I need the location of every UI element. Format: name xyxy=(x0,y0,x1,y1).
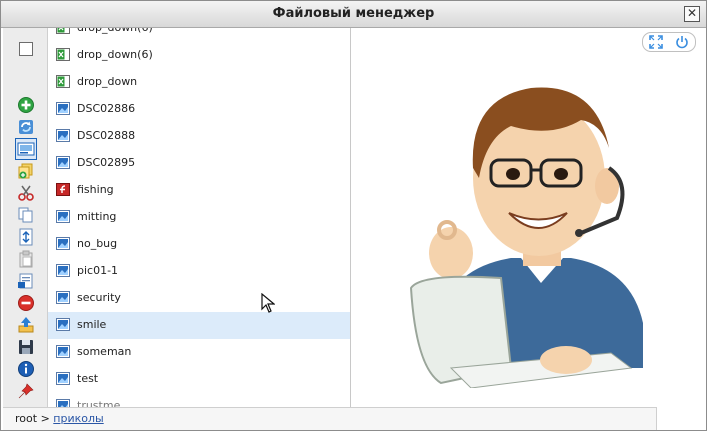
breadcrumb-current[interactable]: приколы xyxy=(53,412,103,425)
file-name: security xyxy=(77,291,121,304)
delete-icon[interactable] xyxy=(17,294,35,312)
cut-icon[interactable] xyxy=(17,184,35,202)
image-file-icon xyxy=(56,102,70,115)
file-name: DSC02888 xyxy=(77,129,136,142)
image-file-icon xyxy=(56,129,70,142)
title-bar: Файловый менеджер ✕ xyxy=(1,1,706,28)
info-icon[interactable] xyxy=(17,360,35,378)
copy-icon[interactable] xyxy=(17,206,35,224)
headset-mic-shape xyxy=(575,229,583,237)
view-icon xyxy=(17,142,35,156)
pin-icon[interactable] xyxy=(17,382,35,400)
preview-controls xyxy=(642,32,696,52)
file-name: pic01-1 xyxy=(77,264,119,277)
add-files-icon[interactable] xyxy=(17,162,35,180)
paste-icon[interactable] xyxy=(17,250,35,268)
image-file-icon xyxy=(56,210,70,223)
properties-icon[interactable] xyxy=(17,272,35,290)
power-icon[interactable] xyxy=(675,35,689,49)
add-icon[interactable] xyxy=(17,96,35,114)
close-button[interactable]: ✕ xyxy=(684,6,700,22)
file-name: mitting xyxy=(77,210,117,223)
file-name: drop_down(6) xyxy=(77,48,153,61)
file-row[interactable]: security xyxy=(48,285,350,312)
image-file-icon xyxy=(56,264,70,277)
file-name: smile xyxy=(77,318,107,331)
file-name: fishing xyxy=(77,183,114,196)
breadcrumb-root[interactable]: root xyxy=(15,412,37,425)
image-file-icon xyxy=(56,318,70,331)
file-name: someman xyxy=(77,345,132,358)
file-row[interactable]: drop_down(6) xyxy=(48,28,350,42)
file-name: drop_down xyxy=(77,75,138,88)
file-row[interactable]: fishing xyxy=(48,177,350,204)
window-title: Файловый менеджер xyxy=(272,6,435,21)
file-row[interactable]: DSC02886 xyxy=(48,96,350,123)
file-name: no_bug xyxy=(77,237,118,250)
file-name: test xyxy=(77,372,99,385)
breadcrumb-separator: > xyxy=(40,412,50,425)
file-row[interactable]: no_bug xyxy=(48,231,350,258)
view-button[interactable] xyxy=(15,138,37,160)
file-name: drop_down(6) xyxy=(77,28,153,34)
file-row[interactable]: drop_down xyxy=(48,69,350,96)
file-list: drop_down(6) drop_down(6) drop_down DSC0288… xyxy=(48,28,351,408)
file-manager-window: Файловый менеджер ✕ drop_down(6) drop_do… xyxy=(0,0,707,431)
file-row[interactable]: drop_down(6) xyxy=(48,42,350,69)
file-row[interactable]: test xyxy=(48,366,350,393)
file-row[interactable]: DSC02895 xyxy=(48,150,350,177)
toolbar xyxy=(3,28,48,411)
file-row[interactable]: pic01-1 xyxy=(48,258,350,285)
rename-icon[interactable] xyxy=(17,228,35,246)
file-name: DSC02895 xyxy=(77,156,136,169)
file-name: DSC02886 xyxy=(77,102,136,115)
upload-icon[interactable] xyxy=(17,316,35,334)
excel-file-icon xyxy=(56,28,70,34)
save-icon[interactable] xyxy=(17,338,35,356)
file-row[interactable]: trustme xyxy=(48,393,350,408)
excel-file-icon xyxy=(56,75,70,88)
file-row[interactable]: mitting xyxy=(48,204,350,231)
typing-hand-shape xyxy=(540,346,592,374)
excel-file-icon xyxy=(56,48,70,61)
file-row[interactable]: smile xyxy=(48,312,350,339)
image-file-icon xyxy=(56,156,70,169)
fullscreen-icon[interactable] xyxy=(649,35,663,49)
image-file-icon xyxy=(56,291,70,304)
status-bar: root > приколы xyxy=(3,407,657,430)
flash-file-icon xyxy=(56,183,70,196)
eye-right xyxy=(554,168,568,180)
eye-left xyxy=(506,168,520,180)
preview-image xyxy=(409,87,643,388)
breadcrumb: root > приколы xyxy=(15,412,104,425)
image-file-icon xyxy=(56,237,70,250)
select-all-checkbox[interactable] xyxy=(19,42,33,56)
preview-pane xyxy=(351,28,706,428)
image-file-icon xyxy=(56,345,70,358)
refresh-icon[interactable] xyxy=(17,118,35,136)
file-row[interactable]: someman xyxy=(48,339,350,366)
image-file-icon xyxy=(56,372,70,385)
file-row[interactable]: DSC02888 xyxy=(48,123,350,150)
mouse-cursor-icon xyxy=(261,293,275,313)
